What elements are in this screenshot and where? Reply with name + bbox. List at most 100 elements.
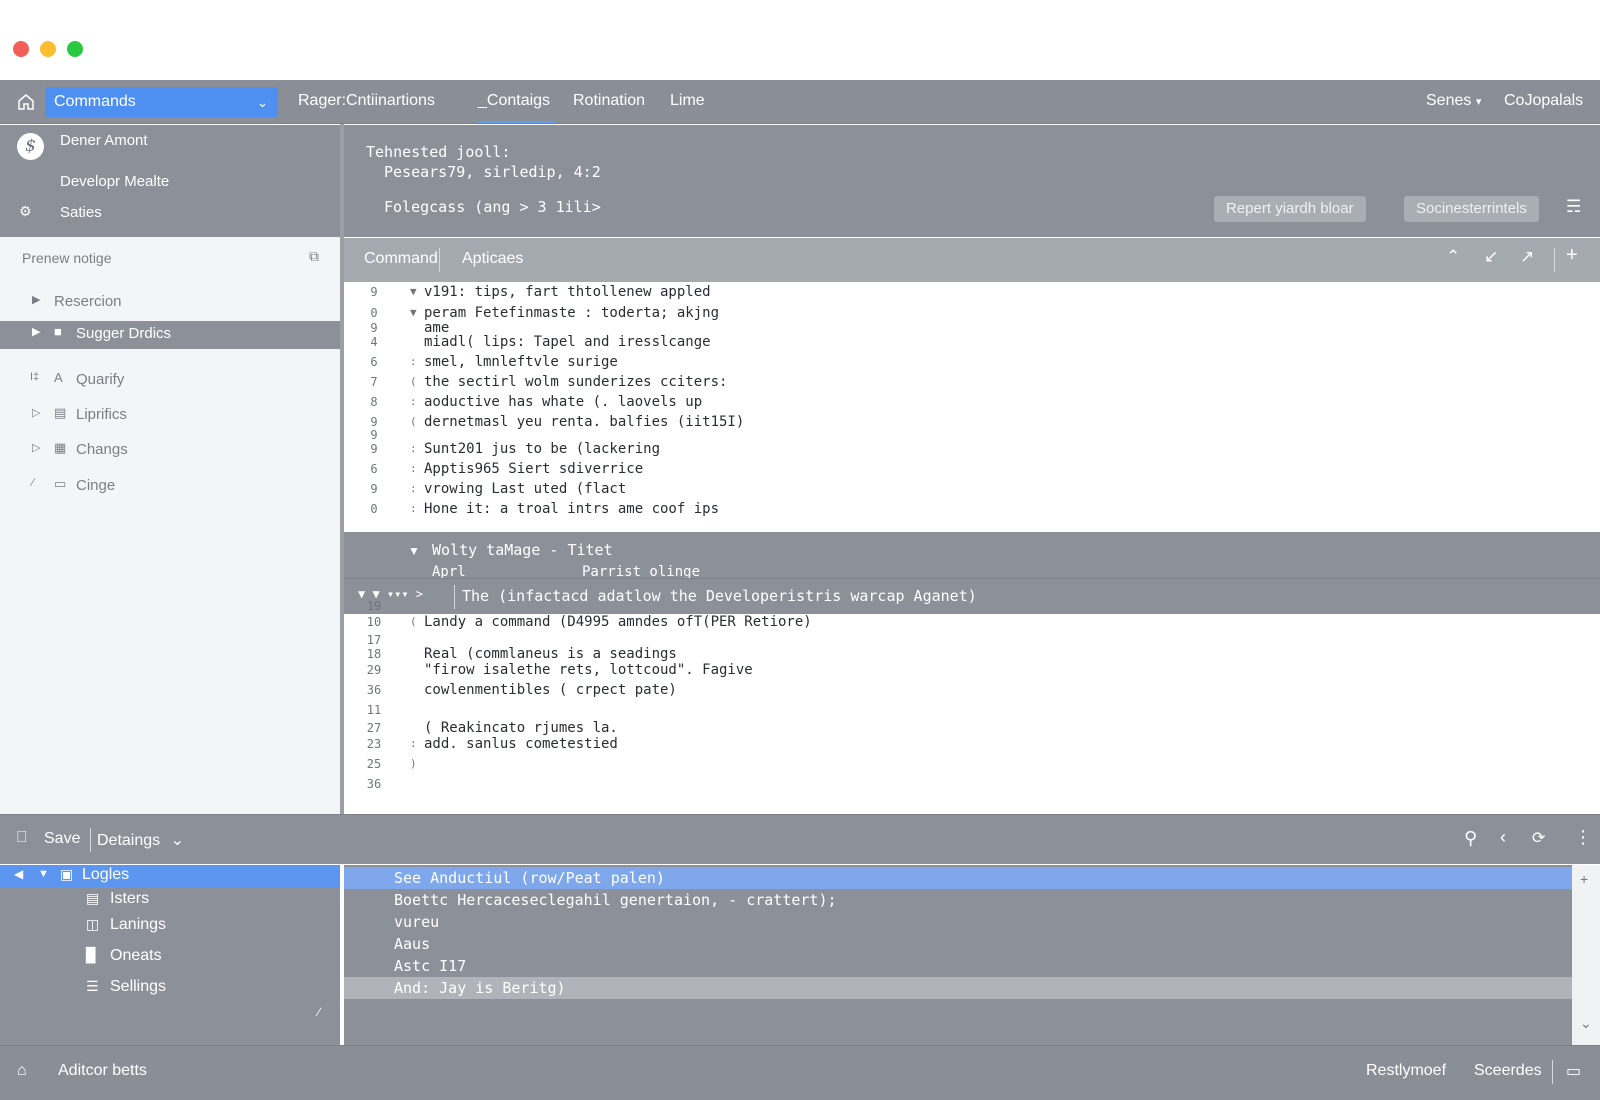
layout-icon: ◫ — [86, 916, 100, 932]
resize-grip-icon[interactable]: ∕ — [318, 1005, 320, 1019]
chart-icon: ▉ — [86, 947, 97, 963]
code-line[interactable]: "firow isalethe rets, lottcoud". Fagive — [424, 662, 753, 678]
info-header: Tehnested jooll: Pesears79, sirledip, 4:… — [344, 125, 1600, 237]
collapse-icon[interactable]: ↙ — [1484, 247, 1498, 267]
external-link-icon[interactable]: ⧉ — [309, 248, 319, 265]
line-number: 19 — [366, 599, 382, 613]
triangle-down-icon: ▼ — [38, 868, 49, 880]
breadcrumb: The (infactacd adatlow the Developeristr… — [462, 587, 977, 605]
user-name[interactable]: Dener Amont — [60, 132, 148, 149]
tree-item-label: Sellings — [110, 978, 167, 995]
code-line[interactable]: vrowing Last uted (flact — [424, 481, 626, 497]
close-window-button[interactable] — [13, 41, 29, 57]
triangle-left-icon: ◀ — [14, 867, 24, 881]
more-vertical-icon[interactable]: ⋮ — [1574, 827, 1592, 848]
code-line[interactable]: dernetmasl yeu renta. balfies (iit15I) — [424, 414, 744, 430]
output-line[interactable]: And: Jay is Beritg) — [344, 977, 1572, 999]
breadcrumb-bar: ▼ ▼ ▾▾▾ > The (infactacd adatlow the Dev… — [344, 578, 1600, 614]
plus-icon[interactable]: + — [1580, 871, 1588, 887]
chevron-left-icon[interactable]: ‹ — [1500, 827, 1506, 848]
line-number: 36 — [366, 777, 382, 791]
tab-apticaes[interactable]: Apticaes — [462, 250, 523, 268]
maximize-window-button[interactable] — [67, 41, 83, 57]
output-line[interactable]: See Anductiul (row/Peat palen) — [344, 867, 1572, 889]
code-line[interactable]: peram Fetefinmaste : toderta; akjng — [424, 305, 719, 321]
code-line[interactable]: Sunt201 jus to be (lackering — [424, 441, 660, 457]
chevron-down-icon: ⌄ — [170, 832, 185, 849]
refresh-icon[interactable]: ⟳ — [1532, 828, 1545, 848]
code-line[interactable]: smel, lmnleftvle surige — [424, 354, 618, 370]
settings-link[interactable]: Saties — [60, 204, 102, 221]
tree-item-lanings[interactable]: ◫ Lanings — [0, 915, 340, 937]
tree-item-isters[interactable]: ▤ Isters — [0, 889, 340, 911]
home-icon[interactable] — [16, 92, 36, 112]
fold-triangle-icon[interactable]: ▼ — [410, 306, 417, 319]
code-line[interactable]: Apptis965 Siert sdiverrice — [424, 461, 643, 477]
line-number: 9 — [370, 285, 378, 299]
tray-icon[interactable]: ▭ — [1566, 1061, 1581, 1081]
trash-icon[interactable]: ☴ — [1566, 197, 1581, 217]
output-scrollbar[interactable]: + ⌄ — [1572, 865, 1600, 1045]
menu-item-rotination[interactable]: Rotination — [573, 92, 645, 110]
info-line-1: Tehnested jooll: — [366, 143, 511, 161]
menu-item-contaigs[interactable]: _Contaigs — [478, 92, 550, 110]
dollar-avatar-icon: $ — [17, 133, 44, 160]
tree-item-changs[interactable]: ▷ ▦ Changs — [0, 437, 340, 465]
caret-up-icon[interactable]: ⌃ — [1446, 247, 1460, 267]
collapsed-section[interactable]: ▼ Wolty taMage - Titet Aprl Parrist olin… — [344, 532, 1600, 580]
gutter-marker: ) — [410, 757, 417, 770]
fold-triangle-icon[interactable]: ▼ — [410, 285, 417, 298]
code-line[interactable]: the sectirl wolm sunderizes cciters: — [424, 374, 727, 390]
line-number: 9 — [370, 428, 378, 442]
minimize-window-button[interactable] — [40, 41, 56, 57]
code-line[interactable]: v191: tips, fart thtollenew appled — [424, 284, 711, 300]
code-line[interactable]: Real (commlaneus is a seadings — [424, 646, 677, 662]
output-line[interactable]: Aaus — [344, 933, 1572, 955]
tab-command[interactable]: Command — [364, 250, 438, 268]
senes-dropdown[interactable]: Senes ▾ — [1426, 92, 1481, 110]
output-line[interactable]: Astc I17 — [344, 955, 1572, 977]
tree-item-oneats[interactable]: ▉ Oneats — [0, 946, 340, 968]
chevron-down-icon[interactable]: ⌄ — [1580, 1015, 1592, 1032]
fold-triangle-icon[interactable]: ▼ — [408, 544, 420, 558]
triangle-right-icon: ▶ — [32, 326, 41, 338]
gutter-marker: : — [410, 442, 417, 455]
tree-item-liprifics[interactable]: ▷ ▤ Liprifics — [0, 402, 340, 430]
code-editor[interactable]: 9 ▼ v191: tips, fart thtollenew appled 0 ▼ pe… — [344, 282, 1600, 814]
command-select[interactable]: Commands ⌄ — [45, 87, 278, 117]
line-number: 9 — [370, 482, 378, 496]
code-line[interactable]: Hone it: a troal intrs ame coof ips — [424, 501, 719, 517]
save-button[interactable]: Save — [44, 830, 80, 848]
settings-gear-icon[interactable]: ⚙ — [19, 203, 32, 220]
tree-item-sellings[interactable]: ☰ Sellings — [0, 977, 340, 999]
output-line[interactable]: vureu — [344, 911, 1572, 933]
tree-item-quarify[interactable]: I‡ A Quarify — [0, 367, 340, 395]
code-line[interactable]: add. sanlus cometestied — [424, 736, 618, 752]
output-console[interactable]: See Anductiul (row/Peat palen) Boettc He… — [344, 865, 1572, 1045]
code-line[interactable]: aoductive has whate (. laovels up — [424, 394, 702, 410]
report-button[interactable]: Repert yiardh bloar — [1214, 196, 1366, 222]
code-line[interactable]: ( Reakincato rjumes la. — [424, 720, 618, 736]
status-item-sceerdes[interactable]: Sceerdes — [1474, 1062, 1542, 1080]
tree-item-logles[interactable]: ◀ ▼ ▣ Logles — [0, 865, 340, 887]
search-icon[interactable]: ⚲ — [1464, 828, 1477, 849]
line-number: 0 — [370, 502, 378, 516]
status-item-restlymoef[interactable]: Restlymoef — [1366, 1062, 1446, 1080]
code-line[interactable]: cowlenmentibles ( crpect pate) — [424, 682, 677, 698]
expand-icon[interactable]: ↗ — [1520, 247, 1534, 267]
tree-item-cinge[interactable]: ∕ ▭ Cinge — [0, 473, 340, 501]
line-number: 17 — [366, 633, 382, 647]
tree-item-resercion[interactable]: ▶ Resercion — [0, 289, 340, 317]
details-dropdown[interactable]: Detaings ⌄ — [97, 830, 184, 850]
menu-item-cojopalals[interactable]: CoJopalals — [1504, 92, 1583, 110]
menu-item-configurations[interactable]: Rager:Cntiinartions — [298, 92, 435, 110]
tree-item-sugger-drdics[interactable]: ▶ ■ Sugger Drdics — [0, 321, 340, 349]
triangle-right-icon: ▷ — [32, 442, 41, 454]
output-line[interactable]: Boettc Hercaceseclegahil genertaion, - c… — [344, 889, 1572, 911]
code-line[interactable]: Landy a command (D4995 amndes ofT(PER Re… — [424, 614, 812, 630]
menu-item-lime[interactable]: Lime — [670, 92, 705, 110]
code-line[interactable]: miadl( lips: Tapel and iresslcange — [424, 334, 711, 350]
plus-icon[interactable]: + — [1566, 244, 1578, 267]
log-tree: ◀ ▼ ▣ Logles ▤ Isters ◫ Lanings ▉ Oneats… — [0, 865, 340, 1045]
socinesterrintels-button[interactable]: Socinesterrintels — [1404, 196, 1539, 222]
